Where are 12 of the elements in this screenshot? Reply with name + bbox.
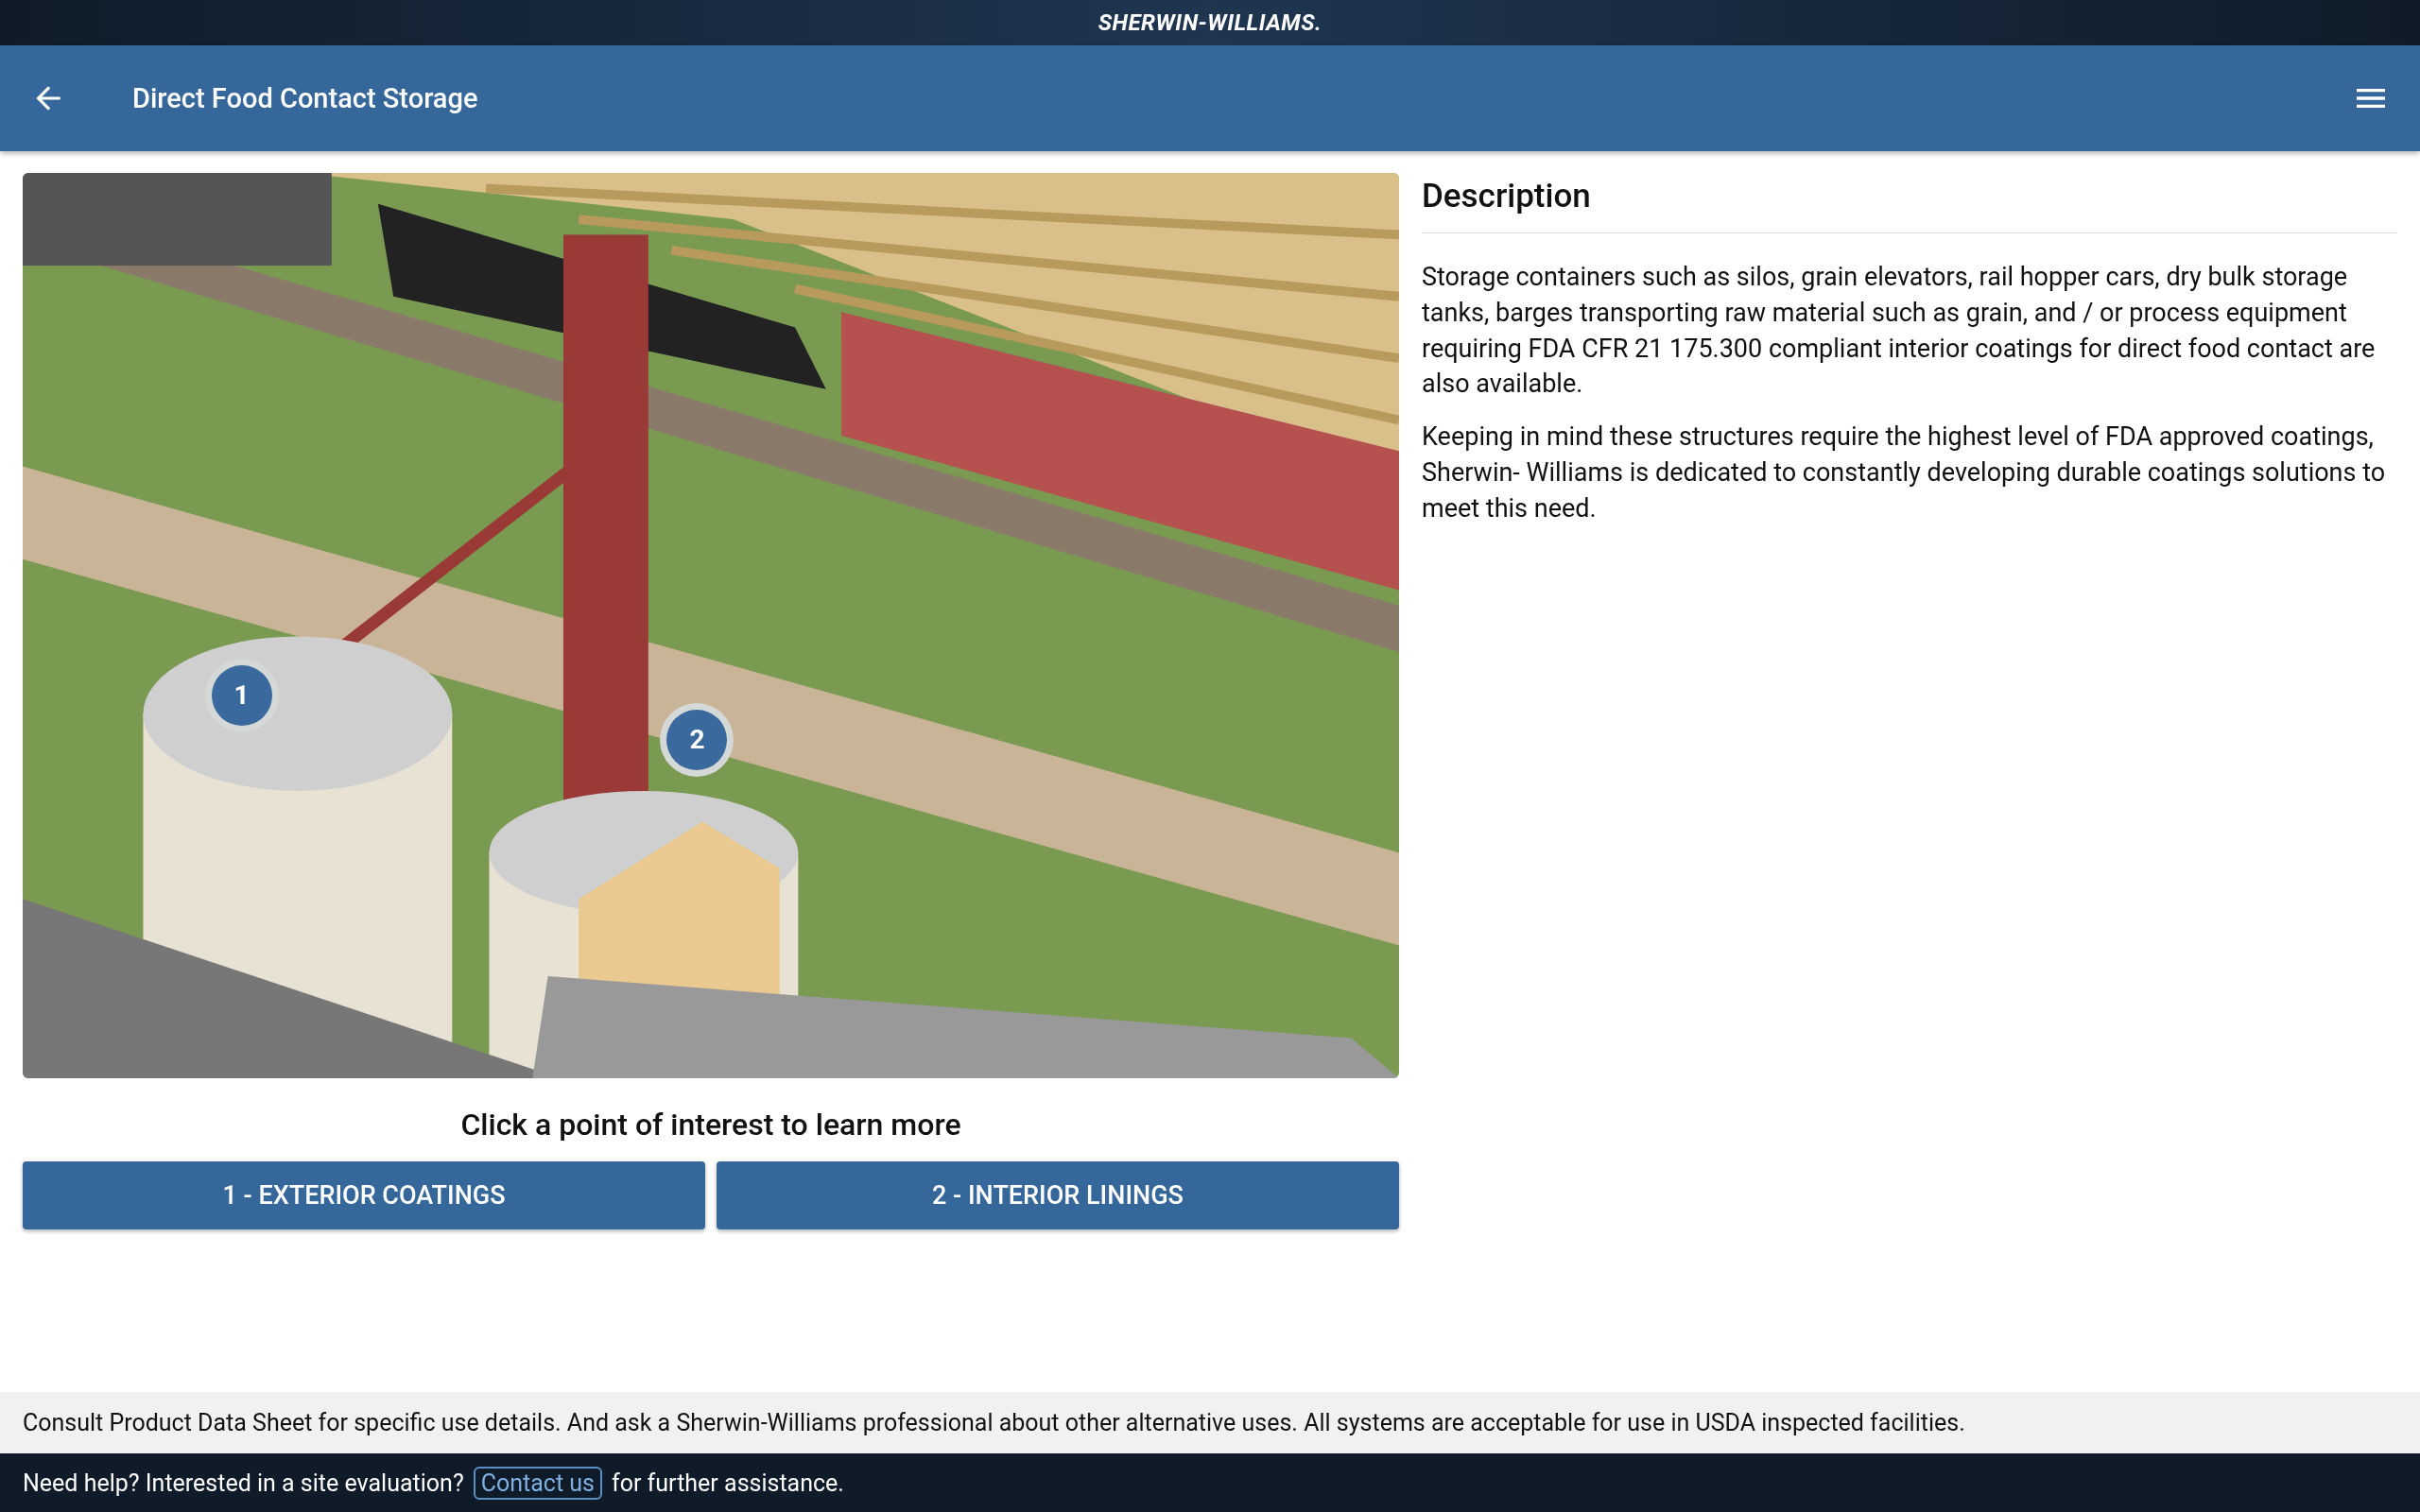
notice-text: Consult Product Data Sheet for specific use details. And ask a Sherwin-Williams professional about other alternative uses. All systems are acceptable for use in USDA inspected facilities. (0, 1392, 2420, 1453)
section-button[interactable]: 2 - INTERIOR LININGS (717, 1161, 1399, 1229)
description-paragraph: Keeping in mind these structures require the highest level of FDA approved coatings, Sherwin- Williams is dedicated to constantly developing durable coatings solutions to meet this need. (1422, 421, 2387, 525)
help-text: Need help? Interested in a site evaluation? (23, 1469, 464, 1497)
instruction-text: Click a point of interest to learn more (459, 1107, 962, 1143)
contact-link[interactable]: Contact us (473, 1466, 602, 1500)
page-title: Direct Food Contact Storage (132, 82, 479, 114)
description-paragraph: Storage containers such as silos, grain elevators, rail hopper cars, dry bulk storage tanks, barges transporting raw material such as grain, and / or process equipment requiring FDA CFR 21 175.300 compliant interior coatings for direct food contact are also available. (1422, 261, 2377, 402)
help-text: for further assistance. (612, 1469, 844, 1497)
section-button[interactable]: 1 - EXTERIOR COATINGS (23, 1161, 705, 1229)
description-heading: Description (1422, 177, 2397, 233)
brand-logo: SHERWIN-WILLIAMS. (1098, 9, 1322, 36)
